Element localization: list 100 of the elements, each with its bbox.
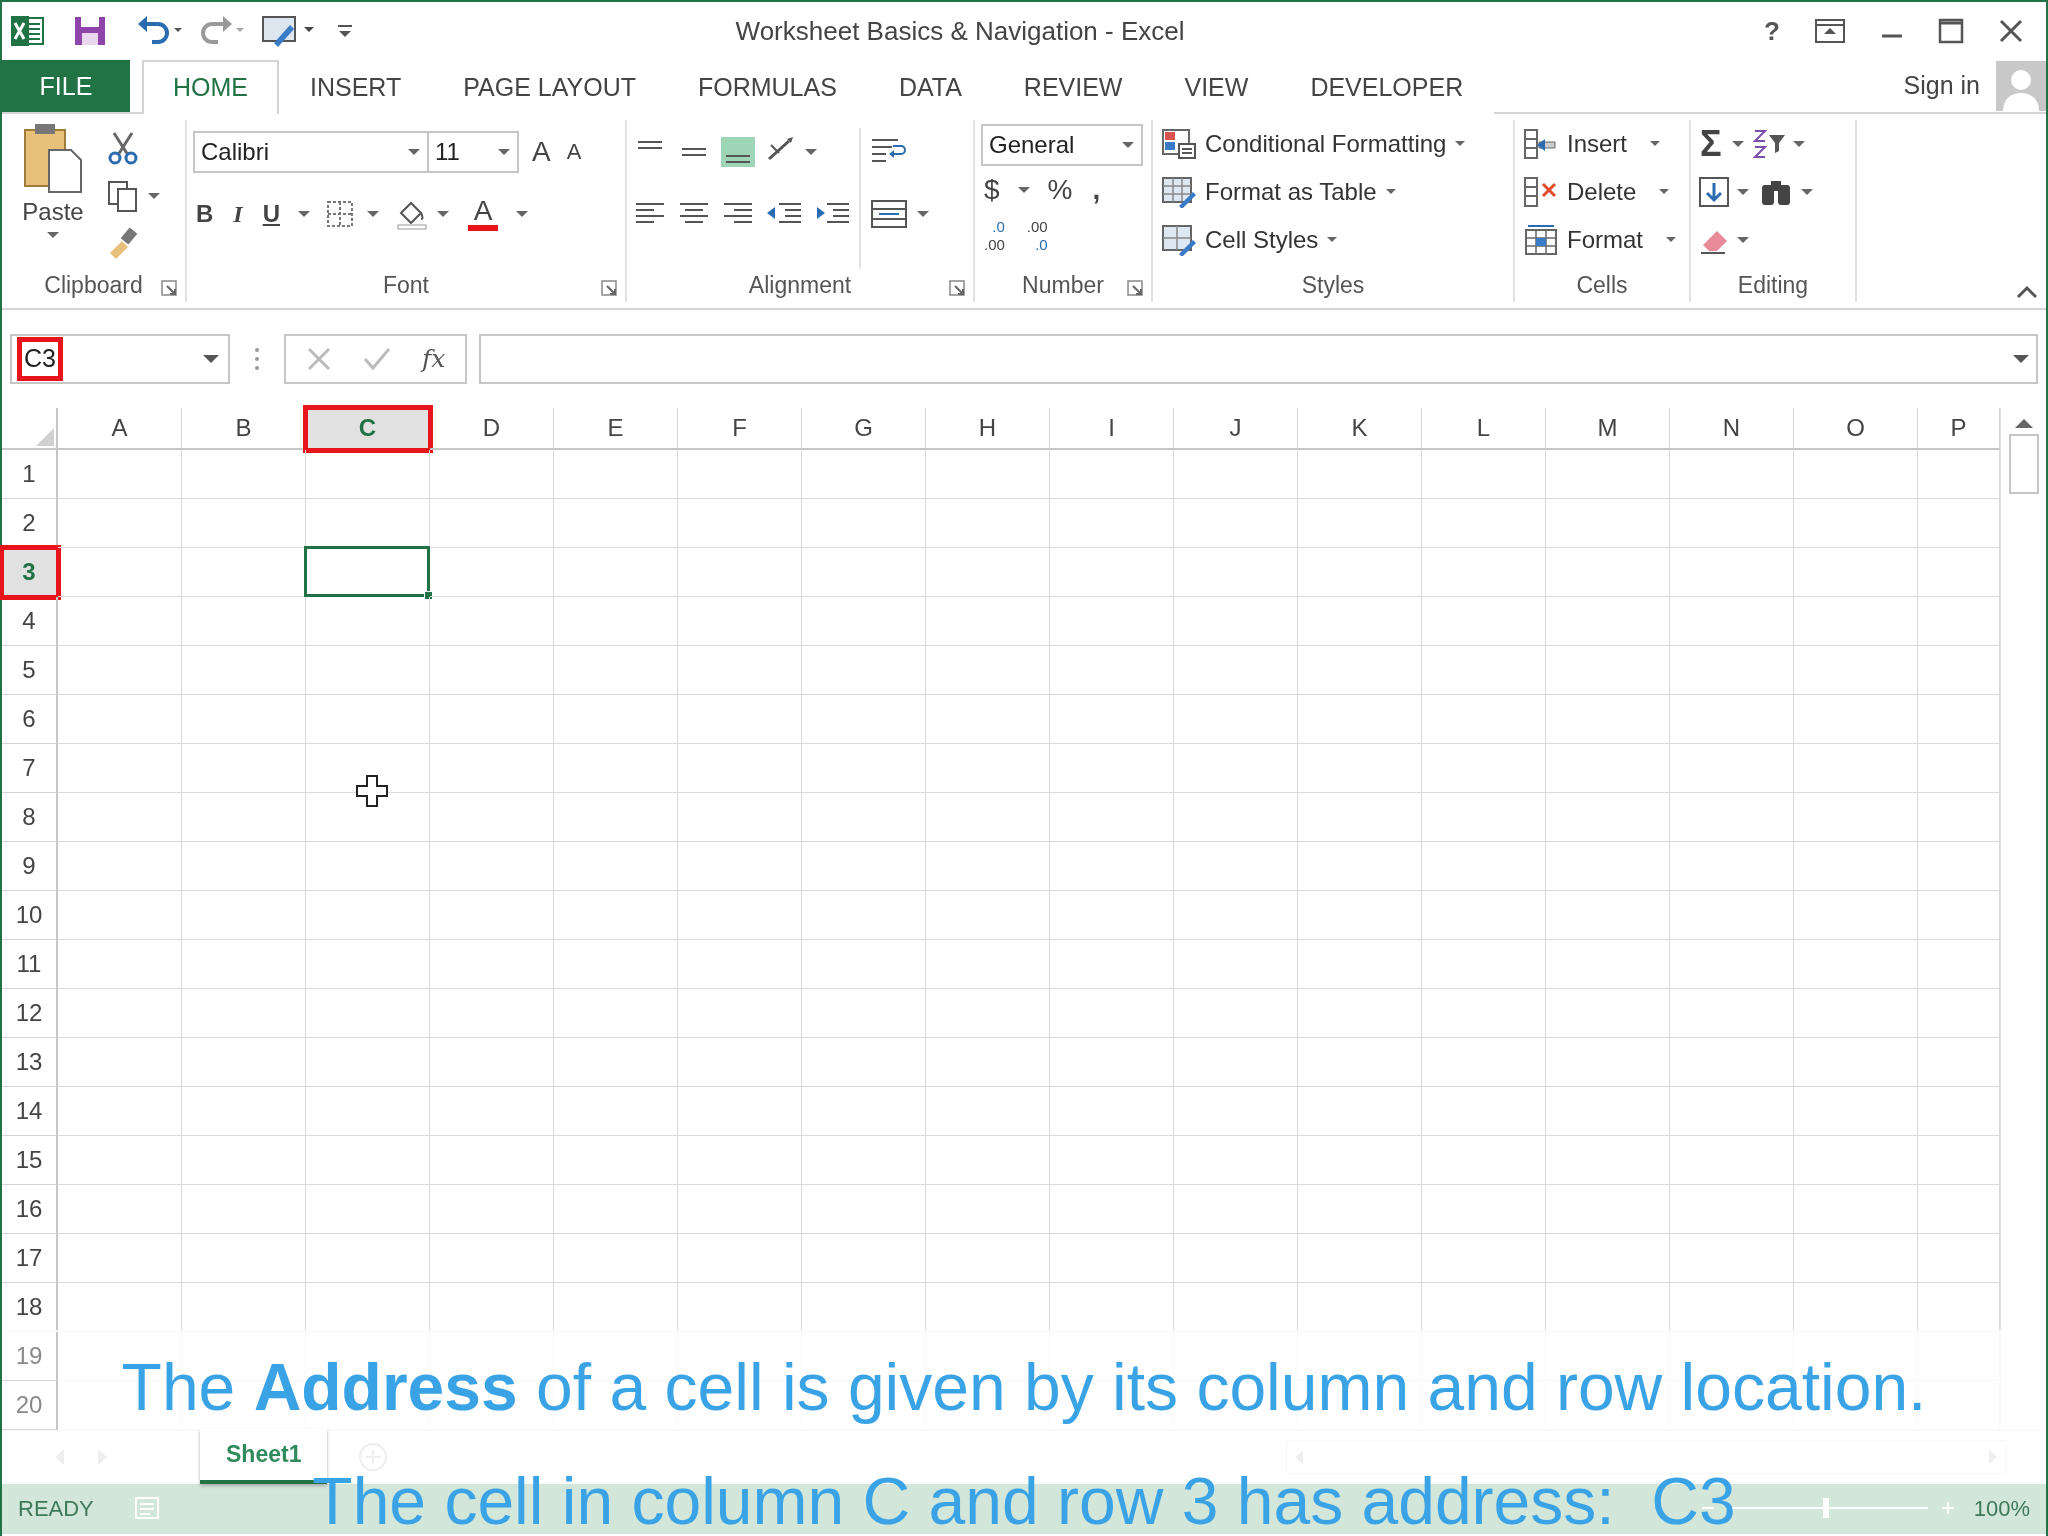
cross-cursor-icon bbox=[355, 774, 389, 808]
insert-function-button[interactable]: fx bbox=[422, 340, 446, 378]
font-name-field[interactable]: Calibri bbox=[193, 131, 429, 173]
row-header[interactable]: 15 bbox=[2, 1136, 58, 1185]
font-size-field[interactable]: 11 bbox=[427, 131, 519, 173]
format-as-table-button[interactable]: Format as Table bbox=[1159, 168, 1507, 216]
row-header[interactable]: 3 bbox=[2, 548, 58, 597]
caret-icon[interactable] bbox=[407, 147, 421, 157]
delete-button[interactable]: Delete bbox=[1521, 168, 1683, 216]
group-label: Clipboard bbox=[44, 270, 143, 300]
dialog-launcher-icon[interactable] bbox=[601, 280, 617, 296]
column-header[interactable]: J bbox=[1174, 408, 1298, 450]
enter-check-icon[interactable] bbox=[362, 346, 392, 372]
column-header[interactable]: I bbox=[1050, 408, 1174, 450]
column-header[interactable]: F bbox=[678, 408, 802, 450]
autosum-button[interactable]: Σ bbox=[1697, 124, 1725, 164]
active-cell[interactable] bbox=[304, 546, 430, 597]
caret-icon[interactable] bbox=[515, 209, 530, 219]
sign-in-link[interactable]: Sign in bbox=[1903, 67, 1980, 105]
fill-handle[interactable] bbox=[424, 591, 433, 600]
number-format-field[interactable]: General bbox=[981, 124, 1143, 166]
touch-mode-icon[interactable] bbox=[260, 13, 316, 49]
row-header[interactable]: 8 bbox=[2, 793, 58, 842]
currency-button[interactable]: $ bbox=[981, 174, 1003, 206]
caret-icon[interactable] bbox=[1730, 139, 1745, 149]
bottom-align-button[interactable] bbox=[721, 137, 755, 167]
column-header[interactable]: K bbox=[1298, 408, 1422, 450]
group-label: Cells bbox=[1576, 270, 1628, 300]
row-header[interactable]: 13 bbox=[2, 1038, 58, 1087]
row-header[interactable]: 16 bbox=[2, 1185, 58, 1234]
scroll-thumb[interactable] bbox=[2008, 434, 2039, 494]
increase-font-size-button[interactable]: A bbox=[529, 136, 554, 168]
format-button[interactable]: Format bbox=[1521, 216, 1683, 264]
group-label: Number bbox=[1022, 270, 1104, 300]
italic-button[interactable]: I bbox=[230, 200, 246, 228]
collapse-ribbon-icon[interactable] bbox=[2016, 284, 2038, 300]
window-title: Worksheet Basics & Navigation - Excel bbox=[735, 14, 1185, 48]
column-header[interactable]: G bbox=[802, 408, 926, 450]
save-icon[interactable] bbox=[72, 14, 108, 48]
column-header[interactable]: P bbox=[1918, 408, 2000, 450]
increase-decimal-button[interactable]: .0 .00 bbox=[981, 217, 1008, 255]
file-tab[interactable]: FILE bbox=[2, 60, 130, 112]
caret-icon[interactable] bbox=[497, 147, 511, 157]
row-header[interactable]: 18 bbox=[2, 1283, 58, 1332]
caret-icon[interactable] bbox=[297, 209, 312, 219]
font-color-button[interactable]: A bbox=[465, 195, 502, 233]
paste-label[interactable]: Paste bbox=[22, 194, 84, 230]
percent-button[interactable]: % bbox=[1044, 174, 1076, 206]
caret-icon[interactable] bbox=[1016, 185, 1031, 195]
name-box[interactable]: C3 bbox=[10, 334, 230, 384]
help-button[interactable]: ? bbox=[1764, 11, 1780, 51]
insert-cells-icon bbox=[1523, 128, 1559, 160]
ribbon-tab[interactable]: HOME bbox=[142, 60, 279, 114]
caret-icon[interactable] bbox=[46, 230, 60, 240]
maximize-icon[interactable] bbox=[1938, 18, 1964, 44]
comma-style-button[interactable]: , bbox=[1089, 174, 1104, 206]
decrease-decimal-button[interactable]: .00 .0 bbox=[1023, 217, 1051, 255]
row-header[interactable]: 12 bbox=[2, 989, 58, 1038]
merge-center-icon[interactable] bbox=[869, 198, 931, 230]
row-header[interactable]: 14 bbox=[2, 1087, 58, 1136]
column-header[interactable]: H bbox=[926, 408, 1050, 450]
formula-input-field[interactable] bbox=[479, 334, 2038, 384]
caret-icon[interactable] bbox=[1121, 140, 1135, 150]
close-icon[interactable] bbox=[1998, 18, 2024, 44]
decrease-font-size-button[interactable]: A bbox=[563, 139, 585, 165]
underline-button[interactable]: U bbox=[259, 200, 284, 228]
column-header[interactable]: O bbox=[1794, 408, 1918, 450]
caret-icon[interactable] bbox=[202, 353, 220, 365]
row-header[interactable]: 10 bbox=[2, 891, 58, 940]
dialog-launcher-icon[interactable] bbox=[949, 280, 965, 296]
row-header[interactable]: 5 bbox=[2, 646, 58, 695]
borders-icon[interactable] bbox=[325, 199, 382, 229]
caret-icon[interactable] bbox=[2012, 353, 2030, 365]
row-header[interactable]: 4 bbox=[2, 597, 58, 646]
cell-styles-icon bbox=[1161, 224, 1197, 256]
column-header[interactable]: E bbox=[554, 408, 678, 450]
row-header[interactable]: 17 bbox=[2, 1234, 58, 1283]
column-header[interactable]: N bbox=[1670, 408, 1794, 450]
row-header[interactable]: 9 bbox=[2, 842, 58, 891]
dialog-launcher-icon[interactable] bbox=[1127, 280, 1143, 296]
bold-button[interactable]: B bbox=[193, 200, 217, 228]
insert-button[interactable]: Insert bbox=[1521, 120, 1683, 168]
column-header[interactable]: C bbox=[306, 408, 430, 450]
row-header[interactable]: 11 bbox=[2, 940, 58, 989]
cell-styles-button[interactable]: Cell Styles bbox=[1159, 216, 1507, 264]
group-label: Styles bbox=[1301, 270, 1365, 300]
ribbon-display-options-icon[interactable] bbox=[1814, 18, 1846, 44]
sort-filter-icon[interactable] bbox=[1750, 127, 1807, 161]
dialog-launcher-icon[interactable] bbox=[161, 280, 177, 296]
zoom-level[interactable]: 100% bbox=[1973, 1491, 2030, 1525]
column-header[interactable]: L bbox=[1422, 408, 1546, 450]
scissors-icon[interactable] bbox=[106, 131, 140, 165]
row-header[interactable]: 6 bbox=[2, 695, 58, 744]
delete-cells-icon bbox=[1523, 176, 1559, 208]
row-header[interactable]: 7 bbox=[2, 744, 58, 793]
row-header[interactable]: 1 bbox=[2, 450, 58, 499]
column-header[interactable]: M bbox=[1546, 408, 1670, 450]
column-header[interactable]: D bbox=[430, 408, 554, 450]
conditional-formatting-button[interactable]: Conditional Formatting bbox=[1159, 120, 1507, 168]
column-header[interactable]: A bbox=[58, 408, 182, 450]
